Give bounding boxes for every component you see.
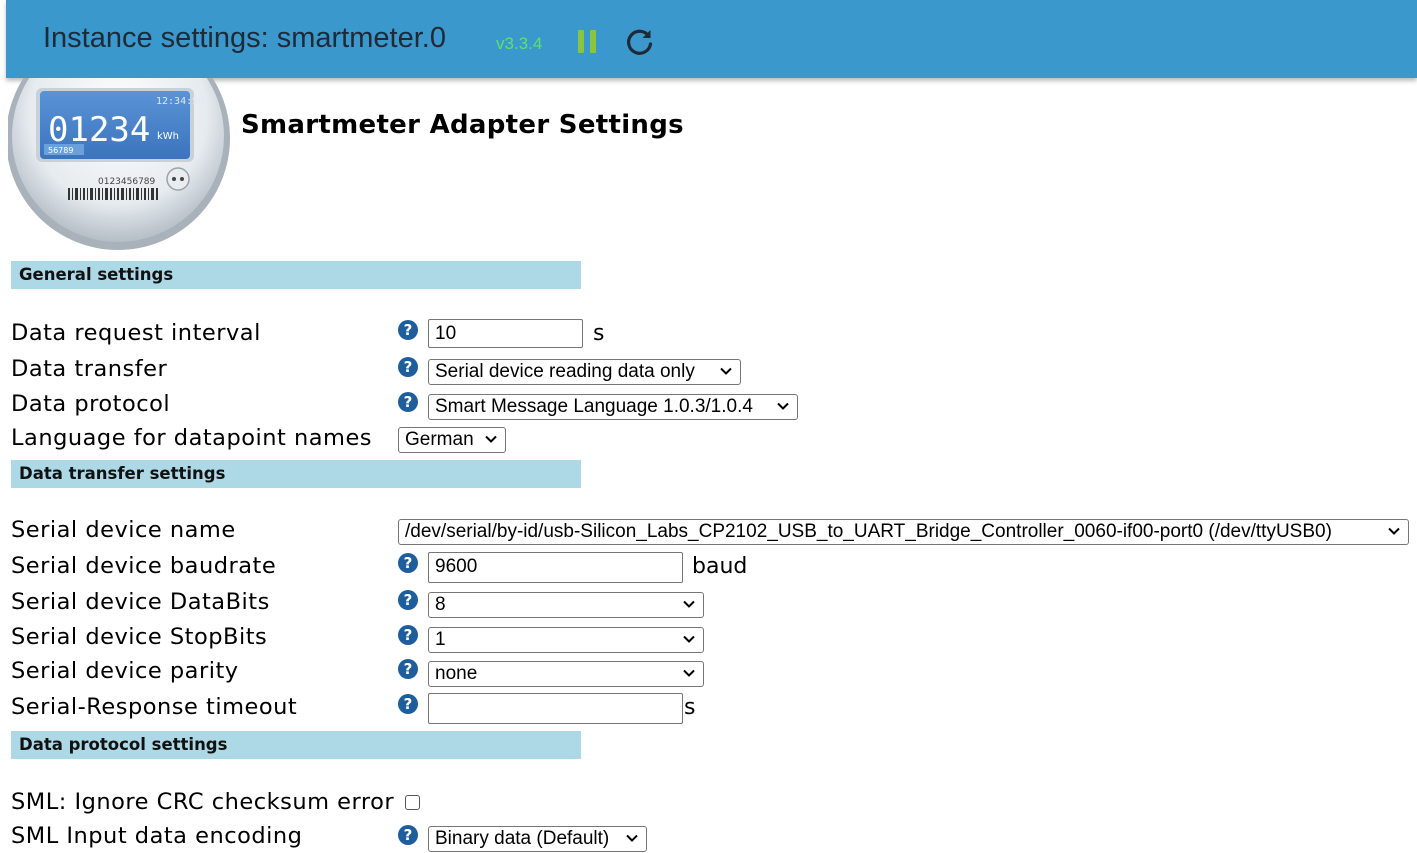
- serial-device-name-label: Serial device name: [11, 517, 236, 543]
- serial-device-name-select[interactable]: /dev/serial/by-id/usb-Silicon_Labs_CP210…: [398, 519, 1409, 545]
- section-title: Data protocol settings: [19, 735, 228, 754]
- serial-stopbits-select[interactable]: 1: [428, 627, 704, 653]
- datapoint-language-value: German: [405, 429, 474, 450]
- pause-icon[interactable]: [577, 30, 599, 54]
- timeout-unit: s: [684, 695, 696, 720]
- chevron-down-icon: [683, 669, 695, 677]
- chevron-down-icon: [485, 435, 497, 443]
- sml-encoding-label: SML Input data encoding: [11, 823, 303, 849]
- reload-icon[interactable]: [625, 27, 655, 57]
- logo-serial: 0123456789: [98, 177, 156, 187]
- help-icon[interactable]: ?: [398, 320, 418, 340]
- interval-unit: s: [593, 321, 605, 346]
- data-request-interval-input[interactable]: 10: [428, 319, 583, 348]
- page-heading: Smartmeter Adapter Settings: [241, 110, 684, 140]
- serial-parity-value: none: [435, 663, 478, 684]
- chevron-down-icon: [720, 367, 732, 375]
- chevron-down-icon: [1388, 527, 1400, 535]
- section-title: General settings: [19, 265, 174, 284]
- data-request-interval-label: Data request interval: [11, 320, 261, 346]
- sml-encoding-select[interactable]: Binary data (Default): [428, 826, 647, 852]
- section-data-protocol-settings: Data protocol settings: [11, 731, 581, 759]
- data-protocol-label: Data protocol: [11, 391, 171, 417]
- sml-crc-checkbox[interactable]: [405, 795, 420, 810]
- help-icon[interactable]: ?: [398, 392, 418, 412]
- serial-databits-select[interactable]: 8: [428, 592, 704, 618]
- data-transfer-select[interactable]: Serial device reading data only: [428, 359, 741, 385]
- serial-parity-select[interactable]: none: [428, 661, 704, 687]
- serial-databits-label: Serial device DataBits: [11, 589, 270, 615]
- data-transfer-value: Serial device reading data only: [435, 361, 695, 382]
- chevron-down-icon: [777, 402, 789, 410]
- serial-stopbits-label: Serial device StopBits: [11, 624, 268, 650]
- logo-time: 12:34:56: [156, 96, 204, 107]
- serial-baudrate-input[interactable]: 9600: [428, 552, 683, 583]
- serial-stopbits-value: 1: [435, 629, 446, 650]
- serial-databits-value: 8: [435, 594, 446, 615]
- logo-sub: 56789: [48, 146, 73, 155]
- help-icon[interactable]: ?: [398, 590, 418, 610]
- serial-device-name-value: /dev/serial/by-id/usb-Silicon_Labs_CP210…: [405, 521, 1332, 542]
- data-protocol-value: Smart Message Language 1.0.3/1.0.4: [435, 396, 753, 417]
- help-icon[interactable]: ?: [398, 659, 418, 679]
- datapoint-language-select[interactable]: German: [398, 427, 506, 453]
- smartmeter-logo: 12:34:56 01234 kWh 56789 0123456789: [8, 78, 230, 250]
- serial-timeout-input[interactable]: [428, 693, 683, 724]
- datapoint-language-label: Language for datapoint names: [11, 425, 373, 451]
- section-data-transfer-settings: Data transfer settings: [11, 460, 581, 488]
- chevron-down-icon: [626, 834, 638, 842]
- serial-baudrate-label: Serial device baudrate: [11, 553, 277, 579]
- sml-encoding-value: Binary data (Default): [435, 828, 610, 849]
- help-icon[interactable]: ?: [398, 625, 418, 645]
- version-label: v3.3.4: [496, 34, 543, 53]
- help-icon[interactable]: ?: [398, 825, 418, 845]
- sml-crc-label: SML: Ignore CRC checksum error: [11, 789, 395, 815]
- chevron-down-icon: [683, 600, 695, 608]
- serial-timeout-label: Serial-Response timeout: [11, 694, 298, 720]
- help-icon[interactable]: ?: [398, 553, 418, 573]
- data-transfer-label: Data transfer: [11, 356, 168, 382]
- section-title: Data transfer settings: [19, 464, 226, 483]
- page-title: Instance settings: smartmeter.0: [43, 22, 446, 54]
- logo-unit: kWh: [157, 131, 179, 142]
- serial-parity-label: Serial device parity: [11, 658, 239, 684]
- data-protocol-select[interactable]: Smart Message Language 1.0.3/1.0.4: [428, 394, 798, 420]
- help-icon[interactable]: ?: [398, 357, 418, 377]
- section-general-settings: General settings: [11, 261, 581, 289]
- help-icon[interactable]: ?: [398, 694, 418, 714]
- header-bar: Instance settings: smartmeter.0 v3.3.4: [6, 0, 1417, 78]
- baudrate-unit: baud: [692, 554, 748, 579]
- chevron-down-icon: [683, 635, 695, 643]
